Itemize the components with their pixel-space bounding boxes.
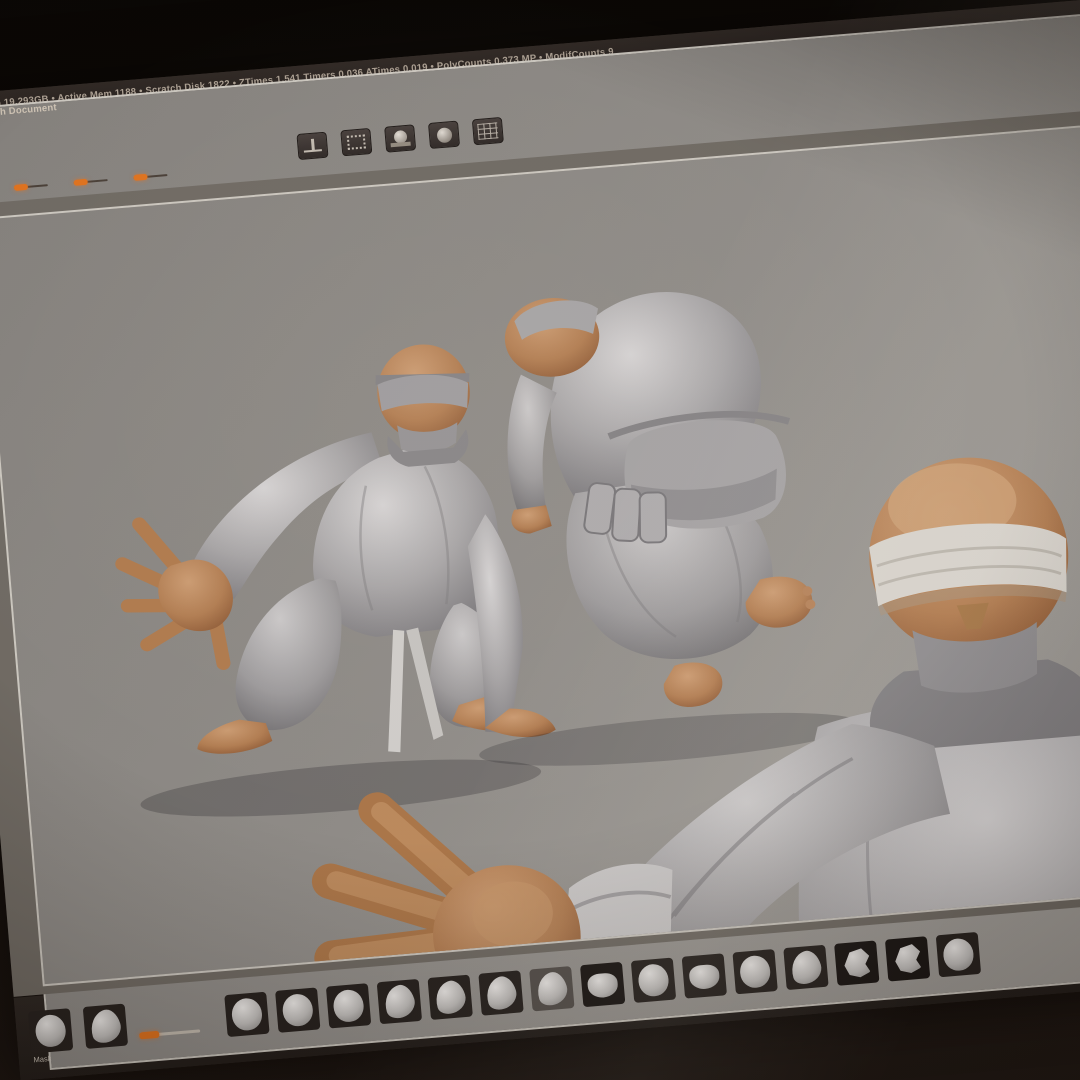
brush-alpha-icon	[891, 942, 924, 976]
brush-thumbnail[interactable]	[935, 931, 981, 978]
slider-handle[interactable]	[73, 178, 88, 186]
brush-thumbnail[interactable]	[782, 944, 829, 991]
ghost-button[interactable]	[427, 120, 461, 149]
brush-thumbnail[interactable]	[223, 991, 270, 1038]
brush-alpha-icon	[280, 992, 314, 1028]
brush-thumbnail[interactable]	[681, 953, 727, 999]
brush-alpha-icon	[85, 1006, 124, 1046]
polyf-button[interactable]	[471, 116, 504, 145]
brush-thumbnail[interactable]	[528, 966, 575, 1012]
slider-handle[interactable]	[13, 183, 29, 191]
polyf-icon	[473, 117, 503, 143]
title-bar: ZBrush Document • Free Mem 19.293GB • Ac…	[0, 0, 1080, 1071]
brush-alpha-icon	[840, 946, 873, 980]
brush-thumbnail[interactable]	[376, 978, 422, 1025]
brush-thumbnail[interactable]	[630, 957, 676, 1003]
document-area[interactable]	[0, 113, 1080, 987]
brush-alpha-icon	[636, 963, 670, 998]
slider-handle[interactable]	[133, 173, 148, 181]
brush-thumbnail[interactable]	[477, 970, 524, 1016]
zbrush-window: ZBrush Document • Free Mem 19.293GB • Ac…	[0, 0, 1080, 1080]
frame-button[interactable]	[340, 127, 373, 156]
brush-alpha-icon	[230, 997, 263, 1032]
brush-thumbnail[interactable]	[579, 961, 625, 1008]
brush-alpha-icon	[738, 954, 771, 989]
sculpted-figures	[115, 292, 1080, 985]
photo-of-monitor: ZBrush Document • Free Mem 19.293GB • Ac…	[0, 0, 1080, 1080]
brush-thumbnail[interactable]	[82, 1003, 128, 1049]
brush-thumbnail[interactable]	[274, 987, 320, 1033]
transp-button[interactable]	[384, 123, 417, 153]
brush-thumbnail[interactable]	[833, 940, 879, 986]
brush-thumbnail[interactable]	[731, 949, 778, 995]
ghost-icon	[429, 121, 459, 147]
brush-alpha-icon	[586, 972, 619, 999]
brush-alpha-icon	[532, 969, 571, 1009]
sculpt-canvas[interactable]	[0, 98, 1080, 997]
frame-icon	[341, 129, 371, 155]
transp-icon	[385, 125, 415, 151]
brush-thumbnail[interactable]	[884, 936, 930, 982]
brush-alpha-icon	[786, 947, 825, 988]
brush-thumbnail[interactable]	[325, 983, 371, 1029]
brush-thumbnail[interactable]	[27, 1008, 73, 1054]
brush-alpha-icon	[33, 1013, 67, 1049]
brush-alpha-icon	[379, 981, 418, 1022]
brush-alpha-icon	[941, 937, 975, 972]
brush-alpha-icon	[687, 963, 720, 991]
brush-alpha-icon	[481, 973, 520, 1013]
brush-thumbnail[interactable]	[427, 974, 473, 1021]
brush-alpha-icon	[430, 977, 469, 1017]
floor-button[interactable]	[296, 131, 329, 160]
floor-icon	[297, 132, 327, 158]
brush-alpha-icon	[331, 988, 365, 1024]
